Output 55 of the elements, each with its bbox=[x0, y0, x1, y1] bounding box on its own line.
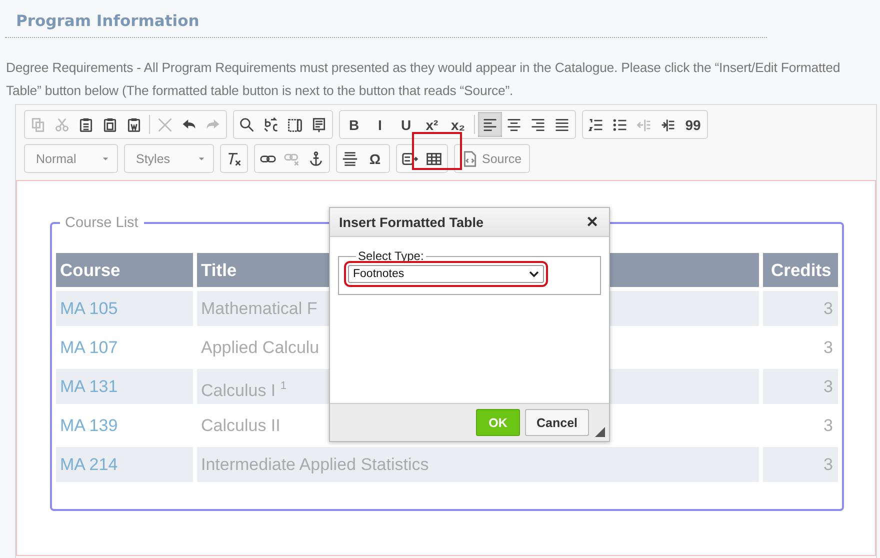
instructions-text: Degree Requirements - All Program Requirements must presented as they would appear in the Catalogue. Please click the “Insert/Edit Formatted Table” button below (The formatted table button is next to the button that reads “Source”. bbox=[6, 59, 842, 100]
table-cell-text: 3 bbox=[822, 415, 834, 437]
clear-format-icon bbox=[226, 150, 242, 166]
table-cell: Calculus II bbox=[201, 416, 280, 435]
cancel-button[interactable]: Cancel bbox=[525, 409, 589, 436]
table-cell: Calculus I $^{1}$ bbox=[201, 381, 286, 400]
insert-box-icon bbox=[402, 150, 418, 166]
copy-icon bbox=[30, 116, 46, 132]
close-button[interactable]: ✕ bbox=[584, 213, 601, 231]
resize-grip-icon[interactable] bbox=[595, 427, 605, 437]
toolbar-button[interactable]: U bbox=[393, 112, 419, 137]
clipboard-icon bbox=[78, 116, 94, 132]
toolbar-button[interactable]: 99 bbox=[680, 112, 706, 137]
horizontal-line-icon bbox=[342, 150, 358, 166]
indent-icon bbox=[660, 116, 676, 132]
align-center-icon bbox=[506, 116, 522, 132]
table-cell: Intermediate Applied Statistics bbox=[201, 455, 429, 474]
column-header: Course bbox=[56, 253, 193, 287]
align-left-icon bbox=[482, 116, 498, 132]
toolbar-button[interactable]: Ω bbox=[362, 146, 388, 171]
template-icon bbox=[311, 116, 327, 132]
replace-icon bbox=[263, 116, 279, 132]
table-cell: Applied Calculu bbox=[201, 338, 320, 357]
align-right-icon bbox=[530, 116, 546, 132]
chevron-icon bbox=[529, 270, 539, 278]
cut-icon bbox=[54, 116, 70, 132]
table-cell-text: 3 bbox=[822, 337, 834, 359]
source-icon bbox=[462, 150, 478, 166]
outdent-icon bbox=[636, 116, 652, 132]
table-icon bbox=[426, 150, 442, 166]
toolbar-button[interactable]: B bbox=[341, 112, 367, 137]
column-header: Credits bbox=[763, 253, 838, 287]
dialog-title: Insert Formatted Table bbox=[339, 214, 484, 230]
section-title: Program Information bbox=[16, 11, 200, 32]
toolbar-button[interactable]: x₂ bbox=[445, 112, 471, 137]
numbered-list-icon bbox=[588, 116, 604, 132]
table-cell: 3 bbox=[763, 369, 838, 404]
toolbar-button[interactable] bbox=[478, 112, 502, 137]
toolbar-button[interactable]: x² bbox=[419, 112, 445, 137]
anchor-icon bbox=[308, 150, 324, 166]
clipboard-icon bbox=[126, 116, 142, 132]
caret-icon bbox=[198, 155, 205, 162]
toolbar-button[interactable]: I bbox=[367, 112, 393, 137]
justify-icon bbox=[554, 116, 570, 132]
caret-icon bbox=[102, 155, 109, 162]
select-all-icon bbox=[287, 116, 303, 132]
course-list-legend: Course List bbox=[60, 215, 144, 231]
bulleted-list-icon bbox=[612, 116, 628, 132]
table-cell: Mathematical F bbox=[201, 299, 318, 318]
highlight-box bbox=[412, 132, 462, 170]
table-cell: 3 bbox=[763, 447, 838, 482]
clipboard-icon bbox=[102, 116, 118, 132]
search-icon bbox=[239, 116, 255, 132]
cross-icon bbox=[157, 116, 173, 132]
table-cell: 3 bbox=[763, 291, 838, 326]
